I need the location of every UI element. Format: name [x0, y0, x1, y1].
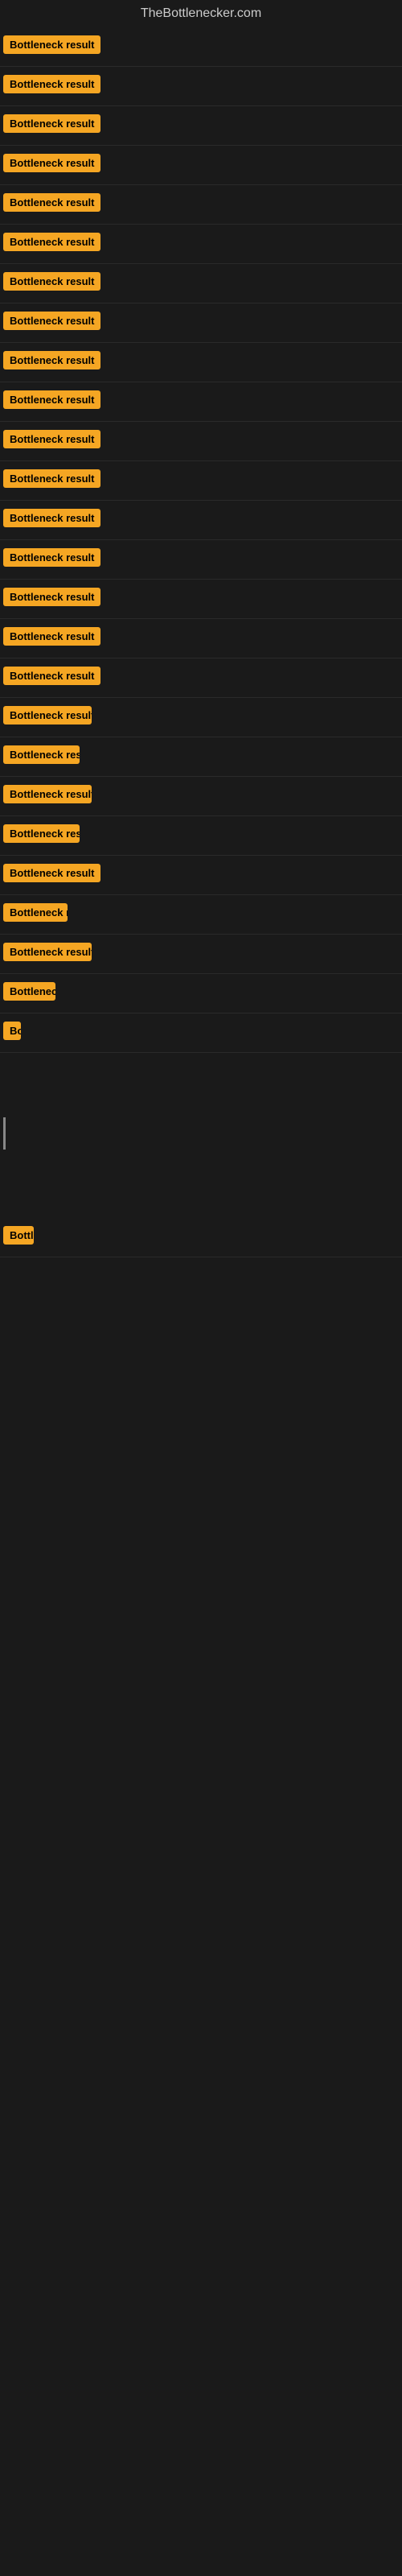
list-item: Bottleneck result — [0, 856, 402, 895]
bottleneck-badge[interactable]: Bottleneck result — [3, 35, 100, 54]
list-item: Bottleneck result — [0, 225, 402, 264]
bottleneck-badge[interactable]: Bottleneck result — [3, 745, 80, 764]
list-item: Bottleneck result — [0, 461, 402, 501]
bottleneck-badge[interactable]: Bottleneck result — [3, 75, 100, 93]
list-item: Bottleneck result — [0, 185, 402, 225]
list-item: Bottleneck result — [0, 343, 402, 382]
bottleneck-badge[interactable]: Bottleneck result — [3, 667, 100, 685]
bottleneck-badge[interactable]: Bottleneck result — [3, 785, 92, 803]
bottleneck-badge[interactable]: Bottleneck result — [3, 1226, 34, 1245]
bottleneck-badge[interactable]: Bottleneck result — [3, 509, 100, 527]
site-title: TheBottlenecker.com — [0, 0, 402, 27]
list-item: Bottleneck result — [0, 619, 402, 658]
bottleneck-badge[interactable]: Bottleneck result — [3, 943, 92, 961]
empty-footer — [0, 1257, 402, 1740]
bar-row — [0, 1109, 402, 1162]
list-item: Bottleneck result — [0, 1013, 402, 1053]
list-item: Bottleneck result — [0, 935, 402, 974]
list-item: Bottleneck result — [0, 67, 402, 106]
bottleneck-badge[interactable]: Bottleneck result — [3, 430, 100, 448]
bottleneck-badge[interactable]: Bottleneck result — [3, 982, 55, 1001]
bottleneck-badge[interactable]: Bottleneck result — [3, 272, 100, 291]
list-item: Bottleneck result — [0, 777, 402, 816]
bottleneck-badge[interactable]: Bottleneck result — [3, 233, 100, 251]
bottleneck-badge[interactable]: Bottleneck result — [3, 1022, 21, 1040]
site-header: TheBottlenecker.com — [0, 0, 402, 27]
bottleneck-badge[interactable]: Bottleneck result — [3, 548, 100, 567]
bottleneck-badge[interactable]: Bottleneck result — [3, 312, 100, 330]
bottleneck-badge[interactable]: Bottleneck result — [3, 469, 100, 488]
list-item: Bottleneck result — [0, 422, 402, 461]
list-item: Bottleneck result — [0, 146, 402, 185]
list-item: Bottleneck result — [0, 737, 402, 777]
vertical-bar — [3, 1117, 6, 1150]
bottleneck-badge[interactable]: Bottleneck result — [3, 903, 68, 922]
list-item: Bottleneck result — [0, 895, 402, 935]
list-item: Bottleneck result — [0, 658, 402, 698]
bottleneck-badge[interactable]: Bottleneck result — [3, 627, 100, 646]
bottleneck-badge[interactable]: Bottleneck result — [3, 193, 100, 212]
list-item: Bottleneck result — [0, 382, 402, 422]
bottleneck-badge[interactable]: Bottleneck result — [3, 154, 100, 172]
list-item: Bottleneck result — [0, 501, 402, 540]
list-item: Bottleneck result — [0, 698, 402, 737]
list-item: Bottleneck result — [0, 974, 402, 1013]
page-wrapper: TheBottlenecker.com Bottleneck result Bo… — [0, 0, 402, 1740]
spacer-row — [0, 1162, 402, 1218]
list-item: Bottleneck result — [0, 580, 402, 619]
list-item: Bottleneck result — [0, 106, 402, 146]
bottleneck-badge[interactable]: Bottleneck result — [3, 351, 100, 369]
list-item: Bottleneck result — [0, 540, 402, 580]
bottleneck-badge[interactable]: Bottleneck result — [3, 864, 100, 882]
bottleneck-badge[interactable]: Bottleneck result — [3, 824, 80, 843]
list-item: Bottleneck result — [0, 27, 402, 67]
list-item: Bottleneck result — [0, 816, 402, 856]
spacer-row — [0, 1053, 402, 1109]
list-item: Bottleneck result — [0, 303, 402, 343]
list-item: Bottleneck result — [0, 1218, 402, 1257]
bottleneck-badge[interactable]: Bottleneck result — [3, 706, 92, 724]
bottleneck-badge[interactable]: Bottleneck result — [3, 588, 100, 606]
bottleneck-badge[interactable]: Bottleneck result — [3, 114, 100, 133]
list-item: Bottleneck result — [0, 264, 402, 303]
bottleneck-badge[interactable]: Bottleneck result — [3, 390, 100, 409]
